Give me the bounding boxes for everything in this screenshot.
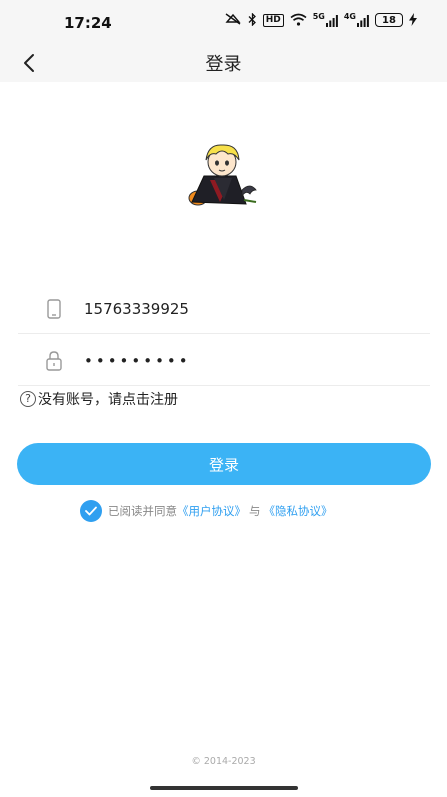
privacy-policy-link[interactable]: 《隐私协议》 <box>264 503 333 519</box>
status-bar: 17:24 HD 5G 4G 18 <box>0 0 447 44</box>
navigation-bar: 登录 <box>0 44 447 82</box>
login-button[interactable]: 登录 <box>17 443 431 485</box>
agreement-prefix: 已阅读并同意 <box>108 504 177 518</box>
password-input[interactable] <box>84 351 404 370</box>
hd-label: HD <box>262 13 284 27</box>
app-logo-mascot <box>184 140 264 212</box>
lock-icon <box>38 349 70 373</box>
phone-input[interactable] <box>84 299 404 318</box>
battery-level: 18 <box>382 14 396 26</box>
password-field-row <box>18 336 430 386</box>
home-indicator[interactable] <box>150 786 298 790</box>
register-link[interactable]: ? 没有账号，请点击注册 <box>20 389 178 409</box>
bluetooth-icon <box>248 12 257 27</box>
question-circle-icon: ? <box>20 391 36 407</box>
charging-icon <box>409 13 417 27</box>
check-icon <box>85 506 97 516</box>
network-4g-label: 4G <box>343 12 356 21</box>
agreement-row: 已阅读并同意 《用户协议》 与 《隐私协议》 <box>80 500 333 522</box>
copyright-text: © 2014-2023 <box>191 756 256 767</box>
page-title: 登录 <box>205 54 242 75</box>
network-5g-label: 5G <box>312 12 325 21</box>
silent-icon <box>224 13 242 27</box>
phone-icon <box>38 297 70 321</box>
agreement-and: 与 <box>249 504 261 518</box>
agreement-checkbox[interactable] <box>80 500 102 522</box>
user-agreement-link[interactable]: 《用户协议》 <box>177 503 246 519</box>
signal-icon: 5G <box>313 13 338 27</box>
status-time: 17:24 <box>64 14 112 32</box>
wifi-icon <box>290 13 307 27</box>
register-text: 没有账号，请点击注册 <box>38 392 178 408</box>
phone-field-row <box>18 284 430 334</box>
status-icons: HD 5G 4G 18 <box>224 12 417 27</box>
signal-icon-2: 4G <box>344 13 369 27</box>
battery-icon: 18 <box>375 13 403 27</box>
